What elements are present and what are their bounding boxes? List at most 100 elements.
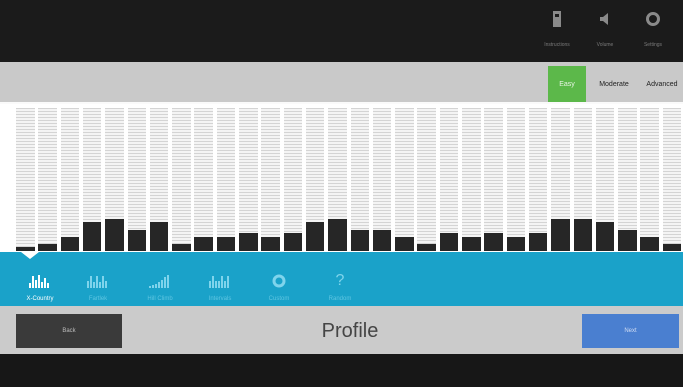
chart-column[interactable]: [640, 108, 659, 251]
chart-column[interactable]: [618, 108, 637, 251]
chart-column[interactable]: [105, 108, 124, 251]
tab-hill-climb-label: Hill Climb: [147, 296, 173, 302]
chart-bar: [194, 236, 213, 251]
chart-column[interactable]: [216, 108, 236, 251]
instructions-icon: [552, 8, 562, 30]
chart-column[interactable]: [462, 108, 481, 251]
chart-bar: [417, 243, 436, 251]
tab-random[interactable]: ? Random: [312, 252, 368, 306]
active-tab-pointer: [21, 252, 39, 259]
profile-type-tabs: X-Country Fartlek Hill Climb Intervals C…: [0, 252, 683, 306]
settings-button[interactable]: Settings: [629, 8, 677, 60]
level-easy-label: Easy: [559, 80, 575, 88]
volume-button[interactable]: Volume: [581, 8, 629, 60]
x-country-icon: [29, 262, 51, 288]
chart-bar: [305, 222, 325, 251]
chart-column[interactable]: [16, 108, 35, 251]
chart-bar: [16, 247, 35, 251]
level-moderate-label: Moderate: [599, 80, 629, 88]
instructions-button[interactable]: Instructions: [533, 8, 581, 60]
chart-column[interactable]: [261, 108, 280, 251]
volume-label: Volume: [596, 42, 614, 48]
tab-x-country-label: X-Country: [26, 296, 54, 302]
level-advanced-label: Advanced: [646, 80, 678, 88]
chart-column[interactable]: [283, 108, 303, 251]
volume-icon: [599, 8, 611, 30]
chart-column[interactable]: [82, 108, 102, 251]
chart-bar: [595, 222, 615, 251]
chart-column[interactable]: [172, 108, 191, 251]
chart-column[interactable]: [595, 108, 615, 251]
settings-icon: [645, 8, 661, 30]
chart-column[interactable]: [60, 108, 80, 251]
chart-bar: [551, 218, 570, 251]
intervals-icon: [209, 262, 231, 288]
chart-bar: [662, 243, 682, 251]
tab-random-label: Random: [328, 296, 352, 302]
chart-bar: [462, 236, 481, 251]
profile-chart: [0, 102, 683, 254]
chart-bar: [261, 236, 280, 251]
next-button[interactable]: Next: [582, 314, 679, 348]
chart-column[interactable]: [194, 108, 213, 251]
tab-intervals[interactable]: Intervals: [194, 252, 246, 306]
level-easy-button[interactable]: Easy: [548, 66, 586, 107]
chart-column[interactable]: [328, 108, 347, 251]
top-icon-group: Instructions Volume Settings: [533, 8, 677, 60]
page-title: Profile: [321, 319, 379, 342]
chart-column[interactable]: [528, 108, 548, 251]
chart-column[interactable]: [484, 108, 503, 251]
level-advanced-button[interactable]: Advanced: [641, 66, 683, 102]
fartlek-icon: [87, 262, 109, 288]
chart-column[interactable]: [573, 108, 592, 251]
settings-label: Settings: [643, 42, 663, 48]
chart-column[interactable]: [417, 108, 436, 251]
chart-column[interactable]: [662, 108, 682, 251]
chart-column[interactable]: [127, 108, 146, 251]
chart-bar: [350, 229, 369, 251]
chart-column[interactable]: [149, 108, 169, 251]
chart-bar: [60, 236, 80, 251]
chart-column[interactable]: [305, 108, 325, 251]
level-moderate-button[interactable]: Moderate: [592, 66, 636, 102]
tab-custom[interactable]: Custom: [254, 252, 304, 306]
tab-x-country[interactable]: X-Country: [14, 252, 66, 306]
top-bar: Instructions Volume Settings: [0, 0, 683, 62]
chart-column[interactable]: [239, 108, 258, 251]
chart-bar: [283, 233, 303, 251]
tab-fartlek-label: Fartlek: [88, 296, 108, 302]
random-icon: ?: [335, 272, 345, 289]
chart-column[interactable]: [506, 108, 526, 251]
chart-column[interactable]: [372, 108, 392, 251]
chart-bar: [149, 222, 169, 251]
hill-climb-icon: [149, 262, 171, 288]
back-button[interactable]: Back: [16, 314, 122, 348]
chart-bar: [328, 218, 347, 251]
instructions-label: Instructions: [544, 42, 570, 48]
chart-column[interactable]: [551, 108, 570, 251]
chart-bar: [127, 229, 146, 251]
tab-custom-label: Custom: [268, 296, 290, 302]
tab-fartlek[interactable]: Fartlek: [72, 252, 124, 306]
chart-column[interactable]: [395, 108, 414, 251]
tab-intervals-label: Intervals: [208, 296, 232, 302]
chart-bar: [640, 236, 659, 251]
chart-column[interactable]: [350, 108, 369, 251]
chart-bar: [82, 222, 102, 251]
chart-bar: [573, 218, 592, 251]
chart-bar: [506, 236, 526, 251]
chart-column[interactable]: [439, 108, 459, 251]
chart-column[interactable]: [38, 108, 57, 251]
chart-bar: [395, 236, 414, 251]
chart-bar: [528, 233, 548, 251]
chart-bar: [439, 233, 459, 251]
chart-bar: [105, 218, 124, 251]
chart-bar: [618, 229, 637, 251]
chart-bar: [484, 233, 503, 251]
tab-hill-climb[interactable]: Hill Climb: [132, 252, 188, 306]
chart-bar: [372, 229, 392, 251]
chart-bar: [38, 243, 57, 251]
bottom-bar: Back Profile Next: [0, 306, 683, 354]
chart-bar: [172, 243, 191, 251]
chart-bar: [239, 233, 258, 251]
